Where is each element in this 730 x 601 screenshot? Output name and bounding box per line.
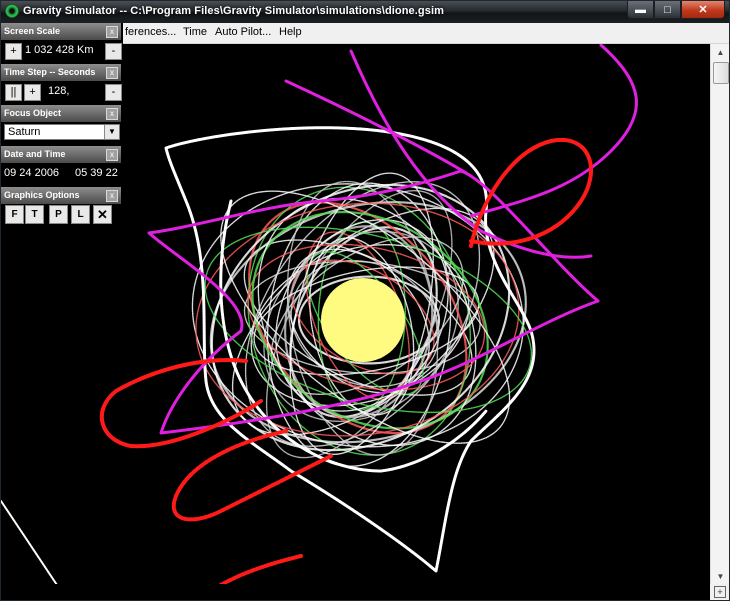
time-step-minus-button[interactable]: - <box>105 84 122 101</box>
graphics-f-button[interactable]: F <box>5 205 24 224</box>
scroll-down-arrow-icon[interactable]: ▼ <box>711 568 729 584</box>
time-value: 05 39 22 <box>75 165 118 181</box>
pause-button[interactable]: || <box>5 84 22 101</box>
close-icon[interactable]: x <box>106 190 118 202</box>
focus-object-header: Focus Object x <box>1 105 121 122</box>
menu-time[interactable]: Time <box>183 26 207 38</box>
menu-auto-pilot[interactable]: Auto Pilot... <box>215 26 271 38</box>
focus-object-value: Saturn <box>8 126 41 138</box>
menu-help[interactable]: Help <box>279 26 302 38</box>
scroll-thumb[interactable] <box>713 62 729 84</box>
time-step-plus-button[interactable]: + <box>24 84 41 101</box>
close-icon[interactable]: x <box>106 108 118 120</box>
date-time-header: Date and Time x <box>1 146 121 163</box>
focus-object-title: Focus Object <box>4 108 62 118</box>
close-button[interactable]: ✕ <box>681 1 725 19</box>
scale-value: 1 032 428 Km <box>25 42 94 58</box>
graphics-options-title: Graphics Options <box>4 190 80 200</box>
graphics-t-button[interactable]: T <box>25 205 44 224</box>
maximize-button[interactable]: □ <box>654 1 681 19</box>
close-icon[interactable]: x <box>106 149 118 161</box>
focus-object-select[interactable]: Saturn ▼ <box>4 124 120 140</box>
title-bar[interactable]: Gravity Simulator -- C:\Program Files\Gr… <box>1 1 729 23</box>
scroll-up-arrow-icon[interactable]: ▲ <box>711 44 729 60</box>
scale-minus-button[interactable]: - <box>105 43 122 60</box>
orbit-red-lower <box>171 429 333 593</box>
window-title: Gravity Simulator -- C:\Program Files\Gr… <box>23 5 445 17</box>
chevron-down-icon[interactable]: ▼ <box>104 125 119 139</box>
scale-plus-button[interactable]: + <box>5 43 22 60</box>
menu-preferences[interactable]: ferences... <box>125 26 176 38</box>
horizontal-scroll-area <box>1 584 710 600</box>
app-icon[interactable] <box>5 4 19 18</box>
vertical-scrollbar[interactable]: ▲ ▼ <box>710 44 729 584</box>
screen-scale-header: Screen Scale x <box>1 23 121 40</box>
time-step-header: Time Step -- Seconds x <box>1 64 121 81</box>
date-time-title: Date and Time <box>4 149 66 159</box>
time-step-value: 128, <box>48 83 70 99</box>
resize-corner[interactable]: + <box>710 584 729 600</box>
screen-scale-title: Screen Scale <box>4 26 61 36</box>
date-value: 09 24 2006 <box>4 165 60 181</box>
close-icon[interactable]: x <box>106 67 118 79</box>
app-window: Gravity Simulator -- C:\Program Files\Gr… <box>0 0 730 601</box>
control-panel: Screen Scale x + 1 032 428 Km - Time Ste… <box>1 23 123 225</box>
graphics-l-button[interactable]: L <box>71 205 90 224</box>
orbit-white-edge <box>1 500 62 592</box>
graphics-p-button[interactable]: P <box>49 205 68 224</box>
zoom-fit-icon[interactable]: + <box>714 586 726 598</box>
time-step-title: Time Step -- Seconds <box>4 67 96 77</box>
graphics-options-header: Graphics Options x <box>1 187 121 204</box>
zoom-fit-icon[interactable]: ✕ <box>93 205 112 224</box>
close-icon[interactable]: x <box>106 26 118 38</box>
window-controls: ▬ □ ✕ <box>627 1 725 19</box>
minimize-button[interactable]: ▬ <box>627 1 654 19</box>
saturn-planet[interactable] <box>321 278 405 362</box>
